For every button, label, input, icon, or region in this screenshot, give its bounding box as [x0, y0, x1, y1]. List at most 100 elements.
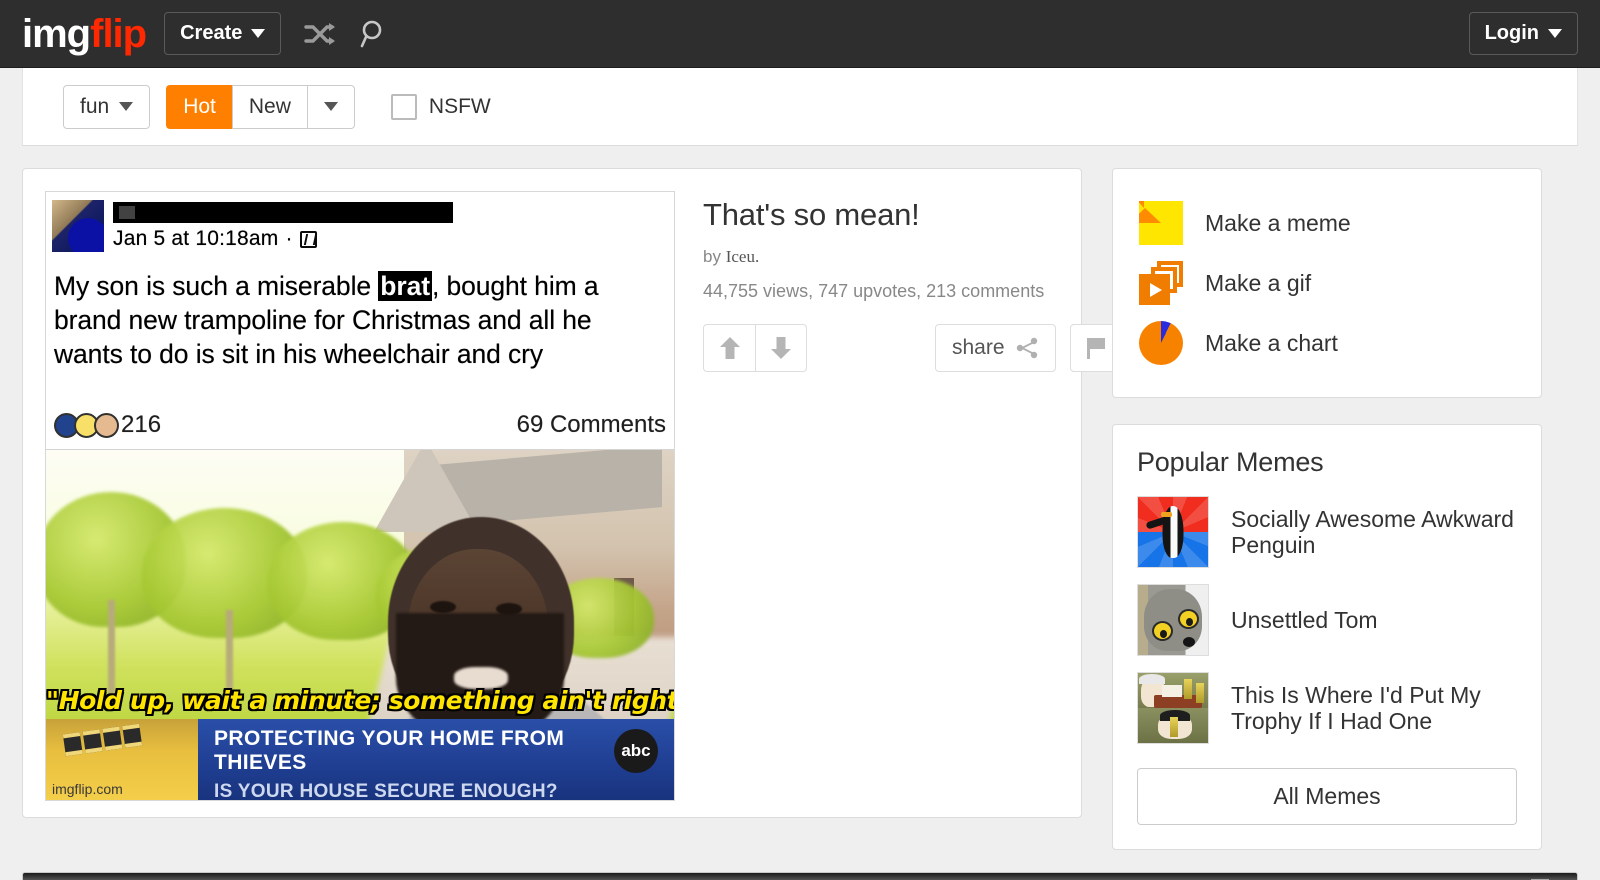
- meme-info-panel: That's so mean! by Iceu. 44,755 views, 7…: [703, 191, 1122, 795]
- unsettled-tom-thumbnail: [1137, 584, 1209, 656]
- shuffle-icon[interactable]: [303, 21, 337, 47]
- login-button[interactable]: Login: [1468, 12, 1578, 55]
- gif-frames-icon: [1139, 261, 1183, 305]
- meme-image[interactable]: Jan 5 at 10:18am · My son is such a mise…: [45, 191, 675, 801]
- chevron-down-icon: [1548, 29, 1562, 38]
- post-reaction-row: 216 69 Comments: [54, 411, 666, 439]
- nsfw-toggle[interactable]: NSFW: [390, 93, 491, 120]
- make-a-meme-label: Make a meme: [1205, 209, 1351, 236]
- sidebar: Make a meme Make a gif Make a chart Popu…: [1112, 168, 1542, 850]
- downvote-button[interactable]: [755, 324, 807, 372]
- make-a-chart-label: Make a chart: [1205, 329, 1338, 356]
- post-separator: ·: [285, 227, 293, 250]
- sort-button-group: Hot New: [166, 84, 355, 129]
- popular-meme-label: Unsettled Tom: [1231, 606, 1378, 633]
- popular-meme-label: Socially Awesome Awkward Penguin: [1231, 505, 1514, 558]
- chevron-down-icon: [119, 102, 134, 111]
- page-body: Jan 5 at 10:18am · My son is such a mise…: [0, 146, 1600, 872]
- list-item[interactable]: Socially Awesome Awkward Penguin: [1137, 496, 1517, 568]
- meme-stats: 44,755 views, 747 upvotes, 213 comments: [703, 281, 1045, 301]
- post-timestamp-row: Jan 5 at 10:18am ·: [113, 227, 668, 251]
- popular-meme-label: This Is Where I'd Put My Trophy If I Had…: [1231, 681, 1481, 734]
- share-icon: [1016, 337, 1037, 359]
- sort-tab-new-label: New: [248, 94, 291, 118]
- sort-more-dropdown[interactable]: [306, 84, 355, 129]
- video-still: "Hold up, wait a minute; something ain't…: [46, 450, 674, 801]
- stream-selector-label: fun: [80, 94, 110, 118]
- meme-caption: "Hold up, wait a minute; something ain't…: [46, 686, 674, 715]
- site-header: img flip Create Login: [0, 0, 1600, 68]
- reaction-icons: [54, 412, 119, 438]
- chyron-headline: PROTECTING YOUR HOME FROM THIEVES: [214, 727, 565, 774]
- imgflip-watermark: imgflip.com: [52, 781, 123, 797]
- sort-tab-new[interactable]: New: [231, 84, 307, 129]
- chevron-down-icon: [323, 102, 338, 111]
- friends-icon: [299, 230, 317, 248]
- make-a-gif-link[interactable]: Make a gif: [1139, 253, 1515, 313]
- pie-chart-icon: [1139, 321, 1183, 365]
- popular-memes-panel: Popular Memes Socially Awesome Awkward P…: [1112, 424, 1542, 850]
- make-a-chart-link[interactable]: Make a chart: [1139, 313, 1515, 373]
- chyron-subhead: IS YOUR HOUSE SECURE ENOUGH?: [214, 781, 558, 801]
- create-button-label: Create: [180, 22, 243, 44]
- make-panel: Make a meme Make a gif Make a chart: [1112, 168, 1542, 398]
- post-header-text: Jan 5 at 10:18am ·: [113, 200, 668, 251]
- trophy-thumbnail: [1137, 672, 1209, 744]
- login-container: Login: [1468, 12, 1578, 55]
- filmstrip-graphic: [62, 723, 143, 757]
- post-comment-count: 69 Comments: [516, 411, 666, 438]
- pinwheel-icon: [1139, 201, 1183, 245]
- vote-button-group: [703, 324, 807, 372]
- chevron-down-icon: [251, 29, 266, 38]
- nsfw-checkbox[interactable]: [390, 93, 417, 120]
- make-a-meme-link[interactable]: Make a meme: [1139, 193, 1515, 253]
- meme-action-row: share: [703, 324, 1122, 372]
- filter-bar: fun Hot New NSFW: [22, 68, 1578, 146]
- penguin-thumbnail: [1137, 496, 1209, 568]
- post-body-highlight: brat: [378, 271, 432, 301]
- logo-flip-text: flip: [90, 11, 147, 56]
- author-link[interactable]: Iceu.: [726, 247, 760, 266]
- create-button[interactable]: Create: [164, 12, 282, 55]
- facebook-post-screenshot: Jan 5 at 10:18am · My son is such a mise…: [46, 192, 674, 450]
- all-memes-button[interactable]: All Memes: [1137, 768, 1517, 825]
- share-button[interactable]: share: [935, 324, 1056, 372]
- man-eye: [496, 603, 522, 615]
- share-button-label: share: [952, 336, 1005, 359]
- man-eye: [430, 601, 456, 613]
- list-item[interactable]: Unsettled Tom: [1137, 584, 1517, 656]
- popular-memes-title: Popular Memes: [1137, 447, 1324, 477]
- imgflip-logo[interactable]: img flip: [22, 11, 147, 56]
- sort-tab-hot[interactable]: Hot: [166, 84, 232, 129]
- meme-author: by Iceu.: [703, 247, 1122, 267]
- chyron-text-panel: PROTECTING YOUR HOME FROM THIEVES IS YOU…: [198, 719, 674, 801]
- post-header: Jan 5 at 10:18am ·: [52, 200, 668, 252]
- upvote-button[interactable]: [703, 324, 755, 372]
- abc-logo-icon: abc: [614, 729, 658, 773]
- main-column: Jan 5 at 10:18am · My son is such a mise…: [22, 168, 1122, 818]
- list-item[interactable]: This Is Where I'd Put My Trophy If I Had…: [1137, 672, 1517, 744]
- by-prefix: by: [703, 247, 721, 266]
- post-date: Jan 5 at 10:18am: [113, 227, 279, 250]
- stream-selector[interactable]: fun: [63, 84, 151, 129]
- news-chyron: imgflip.com PROTECTING YOUR HOME FROM TH…: [46, 719, 674, 801]
- downvote-arrow-icon: [771, 337, 791, 359]
- avatar: [52, 200, 104, 252]
- post-body-before: My son is such a miserable: [54, 271, 379, 301]
- sort-tab-hot-label: Hot: [183, 94, 216, 118]
- nsfw-label: NSFW: [428, 94, 491, 118]
- chyron-left-panel: imgflip.com: [46, 719, 198, 800]
- upvote-arrow-icon: [719, 337, 740, 359]
- search-icon[interactable]: [359, 19, 389, 49]
- make-a-gif-label: Make a gif: [1205, 269, 1312, 296]
- wow-reaction-icon: [94, 412, 119, 438]
- page-title: That's so mean!: [703, 197, 920, 232]
- reaction-count: 216: [121, 411, 162, 438]
- logo-img-text: img: [22, 11, 91, 56]
- redacted-name-bar: [113, 202, 453, 223]
- login-button-label: Login: [1484, 22, 1539, 44]
- post-body-text: My son is such a miserable brat, bought …: [52, 270, 668, 372]
- flag-icon: [1086, 338, 1105, 359]
- next-item-partial[interactable]: [22, 872, 1578, 880]
- meme-card: Jan 5 at 10:18am · My son is such a mise…: [22, 168, 1122, 818]
